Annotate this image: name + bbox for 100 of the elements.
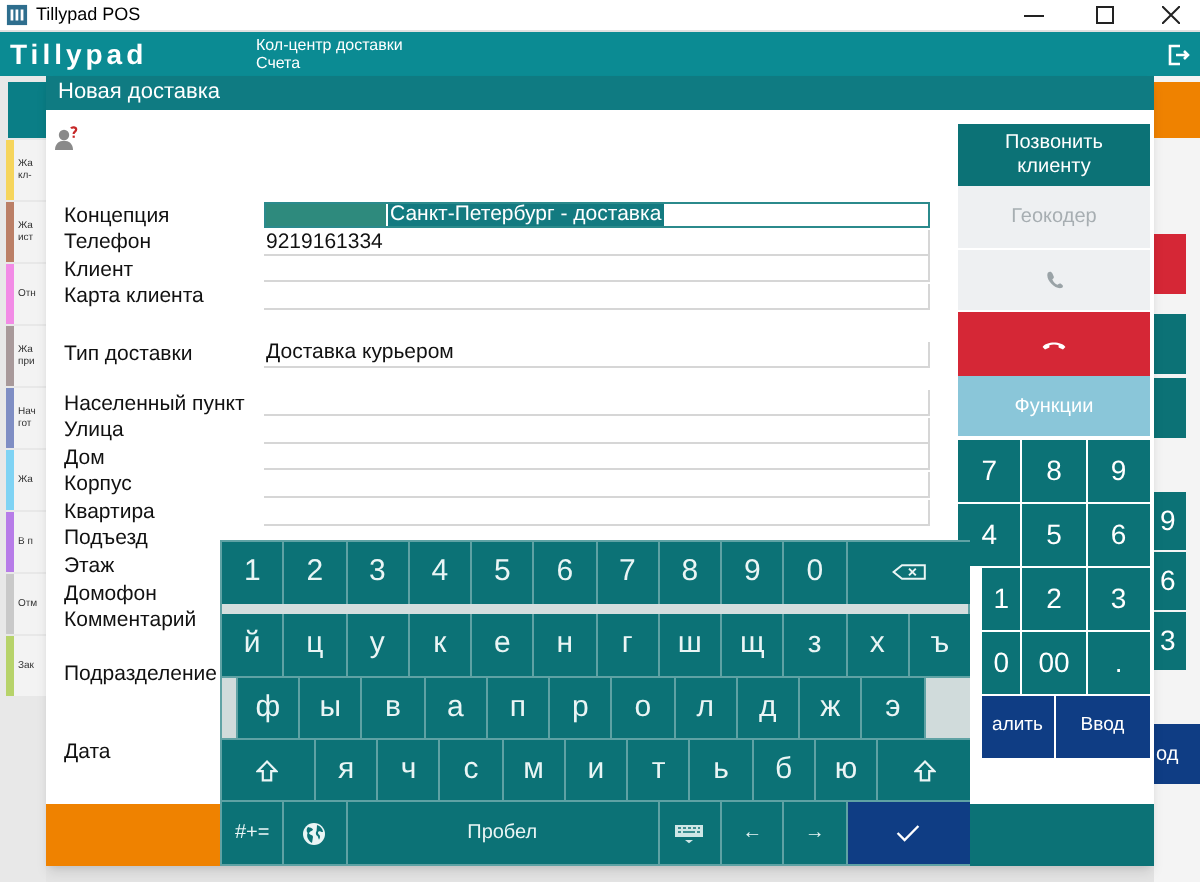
keyboard-key[interactable]: ф xyxy=(237,677,299,739)
numpad-key[interactable]: 4 xyxy=(958,504,1021,566)
space-key[interactable]: Пробел xyxy=(347,802,658,865)
keyboard-key[interactable]: ц xyxy=(284,613,345,676)
input-field[interactable]: 9219161334 xyxy=(264,229,930,256)
hide-keyboard-key[interactable] xyxy=(659,802,720,865)
numpad-key[interactable]: 6 xyxy=(1154,552,1186,610)
keyboard-key[interactable]: ш xyxy=(659,613,720,676)
keyboard-key[interactable]: #+= xyxy=(222,802,283,865)
numpad-key[interactable]: 9 xyxy=(1087,440,1150,502)
keyboard-key[interactable]: г xyxy=(597,613,658,676)
keyboard-key[interactable]: з xyxy=(784,613,845,676)
keyboard-key[interactable]: 7 xyxy=(597,542,658,604)
keyboard-key[interactable]: я xyxy=(315,740,377,801)
numpad-key[interactable]: 9 xyxy=(1154,492,1186,550)
numpad-key[interactable]: 00 xyxy=(1022,632,1086,694)
input-field[interactable]: Доставка курьером xyxy=(264,341,930,368)
keyboard-key[interactable]: ж xyxy=(800,677,861,739)
keyboard-key[interactable]: ч xyxy=(378,740,439,801)
keyboard-key[interactable]: щ xyxy=(722,613,783,676)
concept-field[interactable]: Санкт-Петербург - доставка xyxy=(264,202,930,229)
keyboard-key[interactable]: 6 xyxy=(534,542,595,604)
numpad-key[interactable]: 3 xyxy=(1154,612,1186,670)
keyboard-key[interactable]: у xyxy=(347,613,408,676)
enter-button[interactable]: Ввод xyxy=(1055,696,1150,758)
keyboard-key[interactable]: в xyxy=(362,677,424,739)
keyboard-key[interactable]: о xyxy=(612,677,674,739)
shift-key[interactable] xyxy=(222,740,314,801)
keyboard-key[interactable]: п xyxy=(487,677,549,739)
keyboard-key[interactable]: с xyxy=(440,740,502,801)
input-field[interactable] xyxy=(264,256,930,283)
input-field[interactable] xyxy=(264,444,930,471)
keyboard-key[interactable]: и xyxy=(565,740,627,801)
field-label: Комментарий xyxy=(64,610,197,632)
numpad-key[interactable]: 6 xyxy=(1087,504,1150,566)
keyboard-key[interactable]: б xyxy=(753,740,814,801)
user-question-icon[interactable] xyxy=(54,126,78,150)
blank-key xyxy=(925,677,970,739)
done-key[interactable] xyxy=(847,802,970,865)
keyboard-key[interactable]: 2 xyxy=(284,542,345,604)
order-tile xyxy=(1154,378,1186,438)
input-field[interactable] xyxy=(264,472,930,499)
keyboard-key[interactable]: ь xyxy=(690,740,752,801)
field-label: Улица xyxy=(64,420,124,442)
numpad-key[interactable]: 1 xyxy=(982,568,1021,630)
shift-key[interactable] xyxy=(878,740,970,801)
shift-icon xyxy=(256,759,279,782)
exit-icon[interactable] xyxy=(1168,43,1190,65)
keyboard-key[interactable]: р xyxy=(550,677,611,739)
backspace-key[interactable] xyxy=(847,542,970,604)
window-title: Tillypad POS xyxy=(36,1,141,28)
header-title: Кол-центр доставки xyxy=(256,36,403,54)
keyboard-key[interactable]: а xyxy=(425,677,486,739)
keyboard-key[interactable]: 0 xyxy=(784,542,845,604)
numpad-key[interactable]: . xyxy=(1087,632,1150,694)
keyboard-key[interactable]: х xyxy=(847,613,908,676)
header-subtitle: Счета xyxy=(256,54,303,72)
field-label: Концепция xyxy=(64,205,170,227)
keyboard-key[interactable]: → xyxy=(784,802,845,865)
numpad-key[interactable]: 0 xyxy=(982,632,1021,694)
keyboard-key[interactable]: к xyxy=(409,613,470,676)
input-field[interactable] xyxy=(264,417,930,444)
close-icon[interactable] xyxy=(1162,6,1180,24)
numpad-key[interactable]: 2 xyxy=(1022,568,1086,630)
field-value: Санкт-Петербург - доставка xyxy=(388,204,664,227)
keyboard-key[interactable]: 8 xyxy=(659,542,720,604)
keyboard-key[interactable]: е xyxy=(472,613,533,676)
keyboard-key[interactable]: ъ xyxy=(909,613,970,676)
globe-icon xyxy=(302,821,327,846)
keyboard-key[interactable]: м xyxy=(503,740,564,801)
keyboard-key[interactable]: 1 xyxy=(222,542,283,604)
keyboard-key[interactable]: ы xyxy=(300,677,361,739)
keyboard-key[interactable]: ю xyxy=(815,740,877,801)
field-label: Квартира xyxy=(64,501,155,523)
keyboard-key[interactable]: 9 xyxy=(722,542,783,604)
keyboard-key[interactable]: ← xyxy=(722,802,783,865)
keyboard-key[interactable]: э xyxy=(862,677,924,739)
keyboard-key[interactable]: д xyxy=(737,677,799,739)
keyboard-key[interactable]: н xyxy=(534,613,595,676)
call-client-button[interactable]: Позвонить клиенту xyxy=(958,124,1150,186)
color-swatch xyxy=(266,204,386,227)
keyboard-key[interactable]: л xyxy=(675,677,736,739)
keyboard-key[interactable]: т xyxy=(628,740,689,801)
keyboard-key[interactable]: 5 xyxy=(472,542,533,604)
numpad-key[interactable]: 7 xyxy=(958,440,1021,502)
field-label: Этаж xyxy=(64,556,115,578)
input-field[interactable] xyxy=(264,499,930,526)
blank-key xyxy=(222,677,236,739)
keyboard-key[interactable]: 4 xyxy=(409,542,470,604)
language-key[interactable] xyxy=(284,802,345,865)
shift-icon xyxy=(913,759,936,782)
input-field[interactable] xyxy=(264,284,930,311)
keyboard-key[interactable]: 3 xyxy=(347,542,408,604)
maximize-icon[interactable] xyxy=(1096,6,1114,24)
enter-button[interactable]: од xyxy=(1154,724,1200,784)
keyboard-key[interactable]: й xyxy=(222,613,283,676)
numpad-key[interactable]: 5 xyxy=(1022,504,1086,566)
numpad-key[interactable]: 8 xyxy=(1022,440,1086,502)
numpad-key[interactable]: 3 xyxy=(1087,568,1150,630)
delete-button[interactable]: алить xyxy=(982,696,1053,758)
